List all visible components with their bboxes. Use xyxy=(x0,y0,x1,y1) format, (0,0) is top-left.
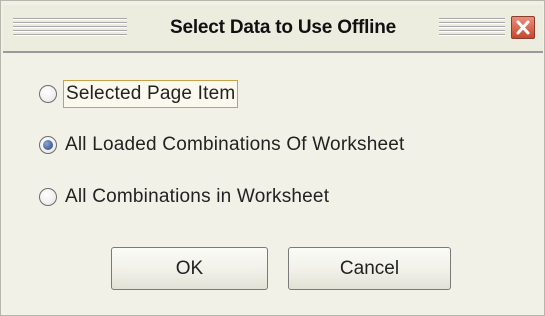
radio-selected-page-item[interactable] xyxy=(39,85,57,103)
option-label-selected-page-item: Selected Page Item xyxy=(63,80,239,108)
close-icon xyxy=(516,20,530,35)
option-selected-page-item[interactable]: Selected Page Item xyxy=(39,78,239,110)
option-label-all-combinations: All Combinations in Worksheet xyxy=(65,186,330,207)
titlebar-grip-right xyxy=(439,18,505,38)
radio-all-combinations[interactable] xyxy=(39,188,57,206)
option-label-all-loaded-combinations: All Loaded Combinations Of Worksheet xyxy=(65,134,405,155)
dialog-title: Select Data to Use Offline xyxy=(169,17,397,38)
option-all-loaded-combinations[interactable]: All Loaded Combinations Of Worksheet xyxy=(39,129,407,161)
titlebar-grip-left xyxy=(13,18,127,38)
offline-data-dialog: Select Data to Use Offline Selected Page… xyxy=(0,0,545,316)
cancel-button[interactable]: Cancel xyxy=(288,247,451,290)
option-all-combinations[interactable]: All Combinations in Worksheet xyxy=(39,181,331,213)
ok-button[interactable]: OK xyxy=(111,247,268,290)
radio-all-loaded-combinations[interactable] xyxy=(39,136,57,154)
dialog-titlebar[interactable]: Select Data to Use Offline xyxy=(3,5,543,53)
close-button[interactable] xyxy=(511,16,535,39)
